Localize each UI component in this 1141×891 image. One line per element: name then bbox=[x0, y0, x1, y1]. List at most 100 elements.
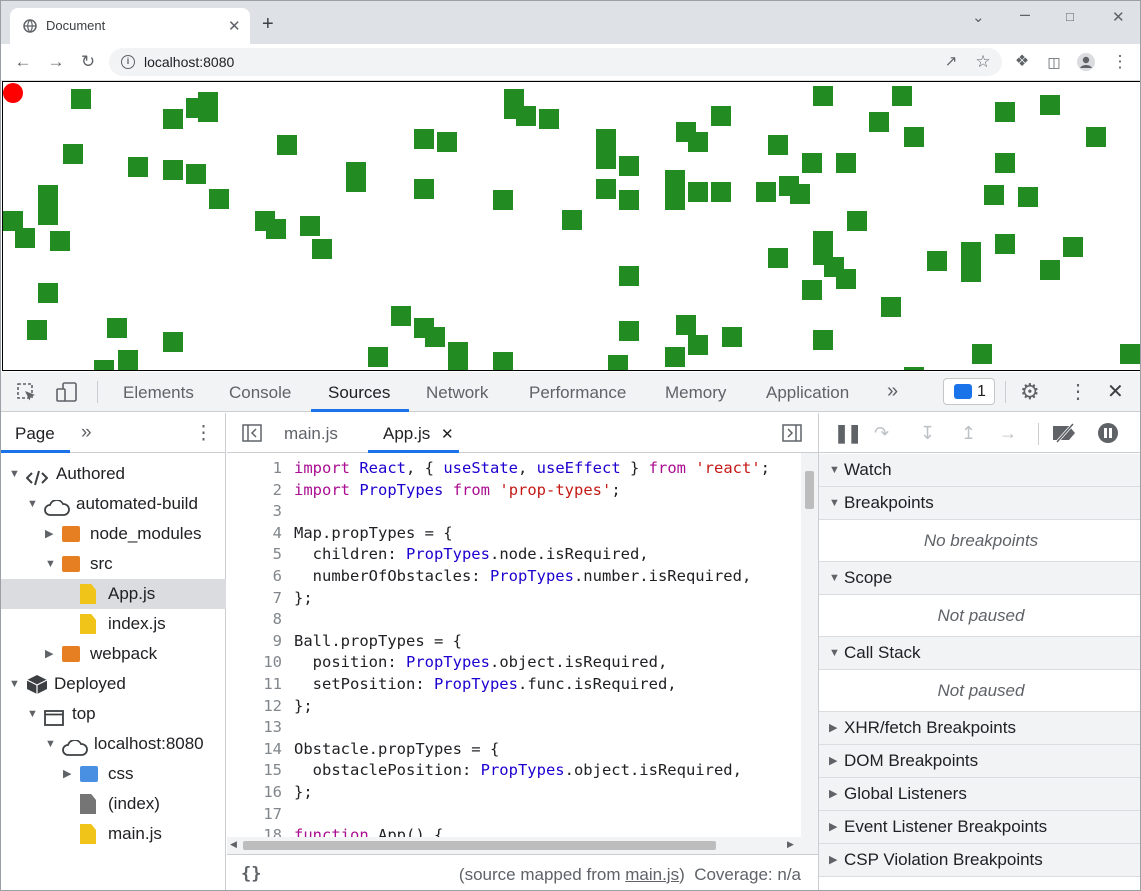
tree-item[interactable]: ▼ Deployed bbox=[1, 669, 226, 699]
code-line[interactable]: 6 numberOfObstacles: PropTypes.number.is… bbox=[227, 566, 801, 588]
section-header[interactable]: ▼ Scope bbox=[819, 562, 1140, 595]
vertical-scrollbar[interactable] bbox=[801, 453, 818, 839]
tree-item[interactable]: ▼ automated-build bbox=[1, 489, 226, 519]
section-header[interactable]: ▶ CSP Violation Breakpoints bbox=[819, 844, 1140, 877]
line-number[interactable]: 3 bbox=[227, 501, 282, 523]
collapsed-arrow-icon[interactable]: ▶ bbox=[45, 519, 53, 549]
collapsed-arrow-icon[interactable]: ▶ bbox=[63, 759, 71, 789]
game-map[interactable] bbox=[2, 81, 1140, 371]
tree-item[interactable]: ▶ webpack bbox=[1, 639, 226, 669]
settings-gear-icon[interactable]: ⚙ bbox=[1020, 379, 1040, 405]
code-line[interactable]: 3 bbox=[227, 501, 801, 523]
section-header[interactable]: ▼ Breakpoints bbox=[819, 487, 1140, 520]
expanded-arrow-icon[interactable]: ▼ bbox=[27, 489, 38, 519]
pause-on-exceptions-icon[interactable] bbox=[1097, 422, 1119, 444]
tree-item[interactable]: ▼ Authored bbox=[1, 459, 226, 489]
share-icon[interactable]: ↗ bbox=[941, 52, 961, 72]
line-number[interactable]: 5 bbox=[227, 544, 282, 566]
line-number[interactable]: 17 bbox=[227, 804, 282, 826]
code-line[interactable]: 9 Ball.propTypes = { bbox=[227, 631, 801, 653]
line-number[interactable]: 12 bbox=[227, 696, 282, 718]
toggle-navigator-icon[interactable] bbox=[242, 424, 262, 442]
section-header[interactable]: ▼ Call Stack bbox=[819, 637, 1140, 670]
chevron-down-icon[interactable]: ⌄ bbox=[972, 8, 985, 26]
tree-item[interactable]: ▼ localhost:8080 bbox=[1, 729, 226, 759]
collapsed-arrow-icon[interactable]: ▶ bbox=[829, 778, 837, 810]
device-toolbar-icon[interactable] bbox=[55, 380, 79, 404]
editor-tab-app-js[interactable]: App.js bbox=[383, 424, 430, 444]
navigator-menu-icon[interactable]: ⋮ bbox=[194, 422, 213, 445]
code-line[interactable]: 11 setPosition: PropTypes.func.isRequire… bbox=[227, 674, 801, 696]
code-line[interactable]: 13 bbox=[227, 717, 801, 739]
tab-sources[interactable]: Sources bbox=[328, 383, 390, 403]
line-number[interactable]: 6 bbox=[227, 566, 282, 588]
code-line[interactable]: 16}; bbox=[227, 782, 801, 804]
pretty-print-button[interactable]: {} bbox=[241, 864, 261, 884]
scrollbar-thumb[interactable] bbox=[805, 471, 814, 509]
step-into-icon[interactable]: ↧ bbox=[920, 423, 935, 444]
code-line[interactable]: 12}; bbox=[227, 696, 801, 718]
expanded-arrow-icon[interactable]: ▼ bbox=[45, 729, 56, 759]
tab-performance[interactable]: Performance bbox=[529, 383, 626, 403]
collapsed-arrow-icon[interactable]: ▶ bbox=[829, 712, 837, 744]
line-number[interactable]: 2 bbox=[227, 480, 282, 502]
issues-button[interactable]: 1 bbox=[943, 378, 995, 405]
editor-tab-main-js[interactable]: main.js bbox=[284, 424, 338, 444]
tree-item[interactable]: ▶ css bbox=[1, 759, 226, 789]
line-number[interactable]: 8 bbox=[227, 609, 282, 631]
maximize-icon[interactable]: □ bbox=[1066, 9, 1074, 24]
expanded-arrow-icon[interactable]: ▼ bbox=[9, 459, 20, 489]
code-line[interactable]: 15 obstaclePosition: PropTypes.object.is… bbox=[227, 760, 801, 782]
collapsed-arrow-icon[interactable]: ▶ bbox=[829, 745, 837, 777]
line-number[interactable]: 13 bbox=[227, 717, 282, 739]
bookmark-star-icon[interactable]: ☆ bbox=[973, 52, 993, 72]
source-mapped-link[interactable]: main.js bbox=[625, 865, 679, 884]
reload-icon[interactable]: ↻ bbox=[78, 52, 98, 72]
code-line[interactable]: 17 bbox=[227, 804, 801, 826]
expanded-arrow-icon[interactable]: ▼ bbox=[829, 637, 840, 669]
more-tabs-button[interactable]: » bbox=[887, 380, 898, 403]
side-panel-icon[interactable]: ◫ bbox=[1044, 52, 1064, 72]
extensions-icon[interactable]: ❖ bbox=[1012, 52, 1032, 72]
browser-tab[interactable]: Document ✕ bbox=[10, 8, 250, 44]
section-header[interactable]: ▼ Watch bbox=[819, 454, 1140, 487]
section-header[interactable]: ▶ DOM Breakpoints bbox=[819, 745, 1140, 778]
line-number[interactable]: 10 bbox=[227, 652, 282, 674]
line-number[interactable]: 9 bbox=[227, 631, 282, 653]
horizontal-scrollbar[interactable]: ◀ ▶ bbox=[227, 837, 818, 854]
minimize-icon[interactable]: – bbox=[1020, 4, 1030, 25]
line-number[interactable]: 16 bbox=[227, 782, 282, 804]
back-icon[interactable]: ← bbox=[13, 52, 33, 72]
line-number[interactable]: 1 bbox=[227, 458, 282, 480]
inspect-element-icon[interactable] bbox=[16, 382, 38, 404]
kebab-menu-icon[interactable]: ⋮ bbox=[1068, 379, 1088, 404]
line-number[interactable]: 15 bbox=[227, 760, 282, 782]
tab-memory[interactable]: Memory bbox=[665, 383, 726, 403]
code-line[interactable]: 4 Map.propTypes = { bbox=[227, 523, 801, 545]
tab-elements[interactable]: Elements bbox=[123, 383, 194, 403]
tree-item[interactable]: ▶ node_modules bbox=[1, 519, 226, 549]
scrollbar-thumb[interactable] bbox=[243, 841, 716, 850]
site-info-icon[interactable]: i bbox=[121, 55, 135, 69]
deactivate-breakpoints-icon[interactable] bbox=[1051, 423, 1079, 443]
section-header[interactable]: ▶ Global Listeners bbox=[819, 778, 1140, 811]
code-line[interactable]: 18 function App() { bbox=[227, 825, 801, 837]
line-number[interactable]: 18 bbox=[227, 825, 282, 837]
code-line[interactable]: 10 position: PropTypes.object.isRequired… bbox=[227, 652, 801, 674]
address-bar[interactable]: i localhost:8080 ↗ ☆ bbox=[109, 48, 1002, 76]
tab-application[interactable]: Application bbox=[766, 383, 849, 403]
tab-page[interactable]: Page bbox=[15, 424, 55, 444]
tree-item[interactable]: ▼ top bbox=[1, 699, 226, 729]
line-number[interactable]: 11 bbox=[227, 674, 282, 696]
expanded-arrow-icon[interactable]: ▼ bbox=[9, 669, 20, 699]
step-out-icon[interactable]: ↥ bbox=[961, 423, 976, 444]
section-header[interactable]: ▶ Event Listener Breakpoints bbox=[819, 811, 1140, 844]
expanded-arrow-icon[interactable]: ▼ bbox=[27, 699, 38, 729]
code-line[interactable]: 2 import PropTypes from 'prop-types'; bbox=[227, 480, 801, 502]
close-devtools-icon[interactable]: ✕ bbox=[1107, 379, 1124, 404]
tree-item[interactable]: App.js bbox=[1, 579, 226, 609]
code-line[interactable]: 5 children: PropTypes.node.isRequired, bbox=[227, 544, 801, 566]
browser-menu-icon[interactable]: ⋮ bbox=[1110, 52, 1130, 72]
scroll-right-icon[interactable]: ▶ bbox=[787, 839, 794, 850]
tab-close-icon[interactable]: ✕ bbox=[228, 17, 241, 35]
